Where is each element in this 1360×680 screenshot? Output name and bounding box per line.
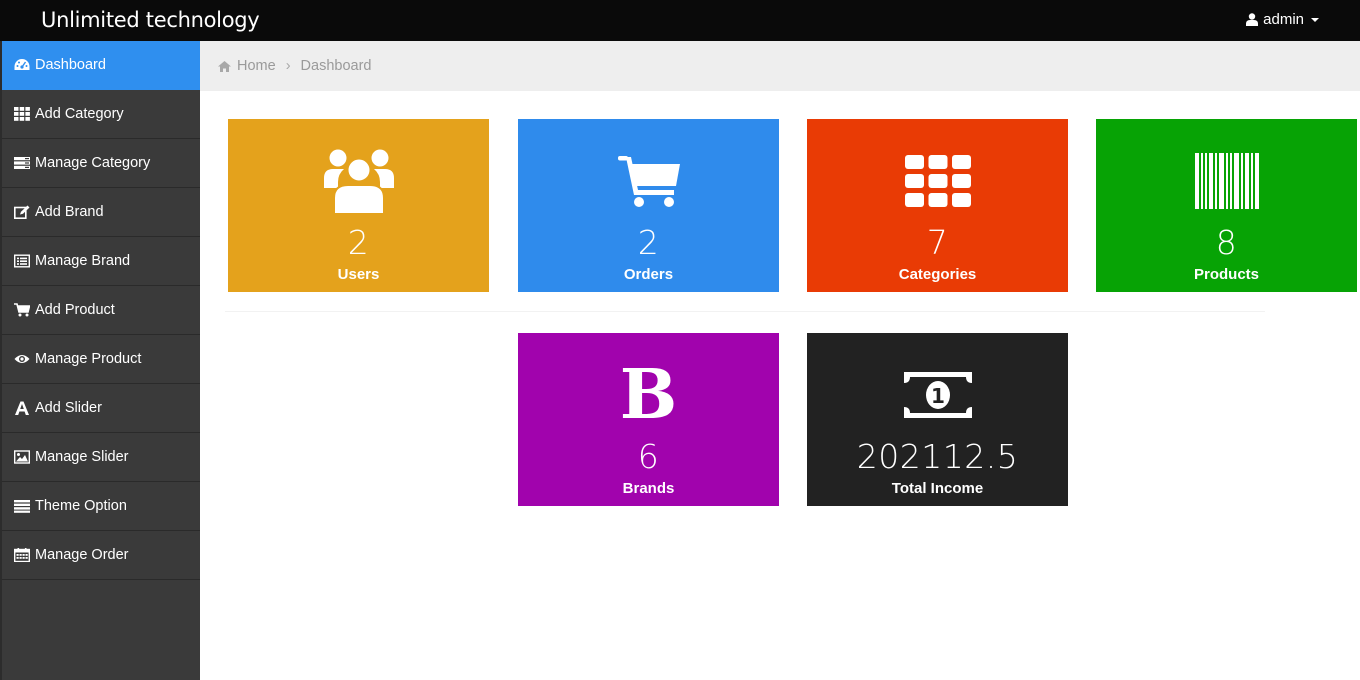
sidebar-item-manage-product[interactable]: Manage Product — [2, 335, 200, 384]
sidebar-item-manage-slider[interactable]: Manage Slider — [2, 433, 200, 482]
caret-down-icon — [1311, 17, 1319, 22]
orders-count: 2 — [637, 223, 660, 262]
eye-icon — [13, 352, 30, 366]
sidebar-item-theme-option[interactable]: Theme Option — [2, 482, 200, 531]
users-card[interactable]: 2 Users — [228, 119, 489, 292]
app-title[interactable]: Unlimited technology — [41, 8, 260, 32]
list-alt-icon — [13, 254, 30, 268]
sidebar-item-add-category[interactable]: Add Category — [2, 90, 200, 139]
breadcrumb-current: Dashboard — [300, 58, 372, 74]
menu-icon — [13, 499, 30, 513]
sidebar-item-add-brand[interactable]: Add Brand — [2, 188, 200, 237]
calendar-icon — [13, 548, 30, 562]
brands-count: 6 — [637, 437, 660, 476]
breadcrumb-separator: › — [285, 58, 291, 74]
products-card[interactable]: 8 Products — [1096, 119, 1357, 292]
sidebar-item-label: Add Brand — [35, 204, 104, 220]
users-count: 2 — [347, 223, 370, 262]
sidebar-item-label: Add Product — [35, 302, 115, 318]
font-icon — [13, 401, 30, 415]
sidebar-item-label: Add Slider — [35, 400, 102, 416]
sidebar-item-manage-order[interactable]: Manage Order — [2, 531, 200, 580]
sidebar-item-add-slider[interactable]: Add Slider — [2, 384, 200, 433]
sidebar-item-label: Manage Category — [35, 155, 151, 171]
sidebar-item-dashboard[interactable]: Dashboard — [2, 41, 200, 90]
picture-icon — [13, 450, 30, 464]
breadcrumb: Home › Dashboard — [200, 41, 1360, 91]
products-label: Products — [1193, 266, 1259, 283]
user-icon — [1246, 13, 1259, 26]
top-navbar: Unlimited technology admin — [0, 0, 1360, 41]
users-icon — [323, 149, 394, 214]
orders-label: Orders — [623, 266, 674, 283]
sidebar-item-manage-brand[interactable]: Manage Brand — [2, 237, 200, 286]
list-icon — [13, 156, 30, 170]
sidebar-item-label: Manage Product — [35, 351, 142, 367]
categories-count: 7 — [926, 223, 949, 262]
edit-icon — [13, 205, 30, 219]
grid-icon — [13, 107, 30, 121]
sidebar-item-label: Manage Brand — [35, 253, 131, 269]
total-income-label: Total Income — [891, 480, 984, 497]
cart-icon — [13, 303, 30, 317]
user-menu[interactable]: admin — [1246, 11, 1319, 28]
brands-label: Brands — [622, 480, 675, 497]
sidebar-item-manage-category[interactable]: Manage Category — [2, 139, 200, 188]
sidebar-item-label: Dashboard — [35, 57, 106, 73]
bold-b-icon: B — [619, 355, 678, 435]
breadcrumb-home-label: Home — [237, 58, 276, 74]
cart-icon — [617, 156, 680, 207]
categories-label: Categories — [898, 266, 977, 283]
divider — [225, 311, 1265, 312]
barcode-icon — [1194, 153, 1259, 209]
home-icon — [218, 60, 231, 72]
user-name: admin — [1263, 11, 1304, 28]
total-income-count: 202112.5 — [856, 437, 1019, 476]
breadcrumb-home[interactable]: Home — [218, 58, 276, 74]
products-count: 8 — [1215, 223, 1238, 262]
orders-card[interactable]: 2 Orders — [518, 119, 779, 292]
sidebar: Dashboard Add Category Manage Category A… — [0, 41, 200, 680]
grid-icon — [904, 155, 971, 207]
sidebar-item-label: Add Category — [35, 106, 124, 122]
dashboard-icon — [13, 58, 30, 72]
sidebar-item-label: Theme Option — [35, 498, 127, 514]
sidebar-item-add-product[interactable]: Add Product — [2, 286, 200, 335]
money-icon: 1 — [903, 372, 972, 418]
users-label: Users — [337, 266, 380, 283]
money-digit: 1 — [931, 384, 945, 408]
sidebar-item-label: Manage Slider — [35, 449, 129, 465]
categories-card[interactable]: 7 Categories — [807, 119, 1068, 292]
total-income-card[interactable]: 1 202112.5 Total Income — [807, 333, 1068, 506]
sidebar-item-label: Manage Order — [35, 547, 129, 563]
brands-card[interactable]: B 6 Brands — [518, 333, 779, 506]
